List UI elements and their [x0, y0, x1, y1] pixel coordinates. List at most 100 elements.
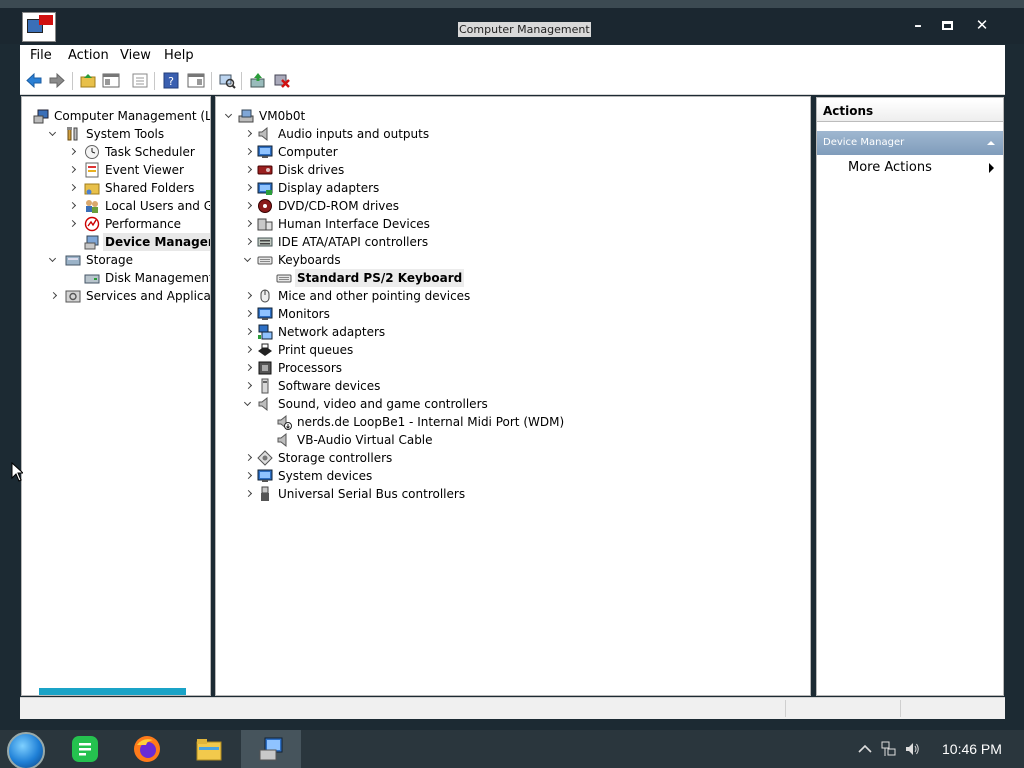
collapse-arrow-icon[interactable]: [49, 125, 59, 143]
device-root[interactable]: VM0b0t: [216, 107, 810, 125]
forward-button[interactable]: [48, 72, 66, 89]
tree-item[interactable]: Local Users and Groups: [22, 197, 210, 215]
device-category[interactable]: System devices: [216, 467, 810, 485]
tree-item[interactable]: Performance: [22, 215, 210, 233]
menu-help[interactable]: Help: [164, 48, 194, 63]
mouse-icon: [260, 289, 270, 303]
taskbar-app-computer-management[interactable]: [241, 730, 301, 768]
minimize-button[interactable]: –: [903, 14, 933, 38]
device-category[interactable]: Software devices: [216, 377, 810, 395]
device-category[interactable]: Audio inputs and outputs: [216, 125, 810, 143]
device-category[interactable]: Print queues: [216, 341, 810, 359]
expand-arrow-icon[interactable]: [244, 323, 254, 341]
show-hide-tree-button[interactable]: [102, 72, 120, 89]
device-category[interactable]: Human Interface Devices: [216, 215, 810, 233]
expand-arrow-icon[interactable]: [244, 305, 254, 323]
collapse-icon[interactable]: [987, 141, 995, 145]
computer-management-window: Computer Management – ✕ File Action View…: [0, 8, 1024, 730]
network-icon[interactable]: [880, 741, 896, 757]
processor-icon: [257, 360, 273, 376]
device-category[interactable]: Monitors: [216, 305, 810, 323]
device-category[interactable]: DVD/CD-ROM drives: [216, 197, 810, 215]
expand-arrow-icon[interactable]: [68, 161, 78, 179]
expand-arrow-icon[interactable]: [244, 485, 254, 503]
tree-item[interactable]: Computer Management (Local): [22, 107, 210, 125]
expand-arrow-icon[interactable]: [244, 341, 254, 359]
device-category[interactable]: Processors: [216, 359, 810, 377]
taskbar-app-firefox[interactable]: [117, 730, 177, 768]
expand-arrow-icon[interactable]: [244, 125, 254, 143]
storage-icon: [65, 252, 81, 268]
collapse-arrow-icon[interactable]: [225, 107, 235, 125]
device-category[interactable]: Sound, video and game controllers: [216, 395, 810, 413]
expand-arrow-icon[interactable]: [244, 161, 254, 179]
expand-arrow-icon[interactable]: [244, 467, 254, 485]
tree-item[interactable]: Shared Folders: [22, 179, 210, 197]
show-hidden-icons-icon[interactable]: [857, 741, 873, 757]
maximize-button[interactable]: [932, 14, 962, 38]
status-bar: [20, 697, 1005, 719]
more-actions-item[interactable]: More Actions: [848, 160, 932, 175]
scan-hardware-button[interactable]: [218, 72, 236, 89]
volume-icon[interactable]: [904, 741, 920, 757]
disk-drive-icon: [257, 162, 273, 178]
up-folder-button[interactable]: [79, 72, 97, 89]
actions-section-device-manager[interactable]: Device Manager: [817, 131, 1003, 155]
expand-arrow-icon[interactable]: [244, 449, 254, 467]
expand-arrow-icon[interactable]: [244, 377, 254, 395]
tree-item[interactable]: Task Scheduler: [22, 143, 210, 161]
expand-arrow-icon[interactable]: [68, 215, 78, 233]
device-category[interactable]: IDE ATA/ATAPI controllers: [216, 233, 810, 251]
device-item[interactable]: VB-Audio Virtual Cable: [216, 431, 810, 449]
expand-arrow-icon[interactable]: [244, 215, 254, 233]
device-item[interactable]: nerds.de LoopBe1 - Internal Midi Port (W…: [216, 413, 810, 431]
expand-arrow-icon[interactable]: [244, 233, 254, 251]
device-category[interactable]: Network adapters: [216, 323, 810, 341]
device-item[interactable]: Standard PS/2 Keyboard: [216, 269, 810, 287]
taskbar-app-notes[interactable]: [55, 730, 115, 768]
device-category[interactable]: Display adapters: [216, 179, 810, 197]
device-label: Universal Serial Bus controllers: [278, 487, 466, 501]
collapse-arrow-icon[interactable]: [244, 251, 254, 269]
tree-item[interactable]: Services and Applications: [22, 287, 210, 305]
close-button[interactable]: ✕: [967, 14, 997, 38]
device-category[interactable]: Computer: [216, 143, 810, 161]
device-category[interactable]: Keyboards: [216, 251, 810, 269]
expand-arrow-icon[interactable]: [49, 287, 59, 305]
device-category[interactable]: Disk drives: [216, 161, 810, 179]
horizontal-scrollbar[interactable]: [39, 688, 186, 695]
menu-view[interactable]: View: [120, 48, 151, 63]
update-driver-button[interactable]: [249, 72, 267, 89]
device-category[interactable]: Mice and other pointing devices: [216, 287, 810, 305]
start-button[interactable]: [7, 732, 45, 768]
expand-arrow-icon[interactable]: [244, 197, 254, 215]
taskbar-app-file-explorer[interactable]: [179, 730, 239, 768]
tree-item[interactable]: Storage: [22, 251, 210, 269]
tree-item[interactable]: System Tools: [22, 125, 210, 143]
expand-arrow-icon[interactable]: [244, 287, 254, 305]
collapse-arrow-icon[interactable]: [244, 395, 254, 413]
expand-arrow-icon[interactable]: [68, 179, 78, 197]
device-label: Storage controllers: [278, 451, 393, 465]
back-button[interactable]: [25, 72, 43, 89]
device-category[interactable]: Universal Serial Bus controllers: [216, 485, 810, 503]
expand-arrow-icon[interactable]: [244, 143, 254, 161]
properties-button[interactable]: [131, 72, 149, 89]
computer-icon: [238, 108, 254, 124]
collapse-arrow-icon[interactable]: [49, 251, 59, 269]
uninstall-device-button[interactable]: [273, 72, 291, 89]
expand-arrow-icon[interactable]: [244, 359, 254, 377]
show-action-pane-button[interactable]: [187, 72, 205, 89]
expand-arrow-icon[interactable]: [244, 179, 254, 197]
title-bar[interactable]: Computer Management – ✕: [0, 8, 1024, 44]
menu-file[interactable]: File: [30, 48, 52, 63]
taskbar-clock[interactable]: 10:46 PM: [942, 741, 1002, 757]
expand-arrow-icon[interactable]: [68, 143, 78, 161]
tree-item[interactable]: Device Manager: [22, 233, 210, 251]
menu-action[interactable]: Action: [68, 48, 109, 63]
tree-item[interactable]: Event Viewer: [22, 161, 210, 179]
tree-item[interactable]: Disk Management: [22, 269, 210, 287]
device-category[interactable]: Storage controllers: [216, 449, 810, 467]
expand-arrow-icon[interactable]: [68, 197, 78, 215]
help-button[interactable]: ?: [162, 72, 180, 89]
